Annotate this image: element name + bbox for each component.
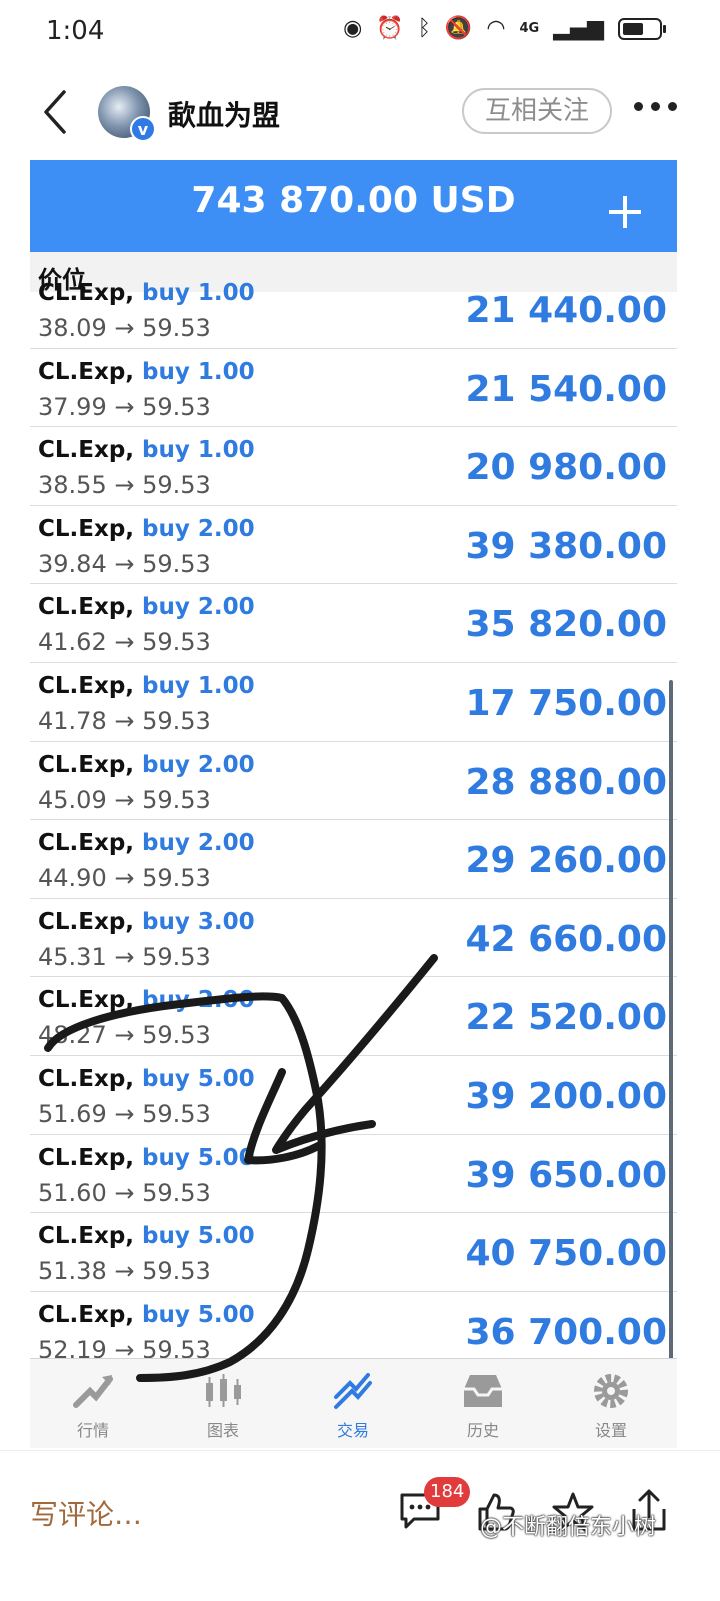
watermark: @不断翻倍东小树 bbox=[480, 1515, 657, 1540]
write-comment-input[interactable]: 写评论… bbox=[30, 1493, 142, 1533]
bottom-comment-bar: 写评论… 184 @不断翻倍东小树 bbox=[0, 1450, 720, 1601]
comment-count-badge: 184 bbox=[424, 1477, 471, 1507]
handwritten-scribble bbox=[44, 954, 438, 1382]
